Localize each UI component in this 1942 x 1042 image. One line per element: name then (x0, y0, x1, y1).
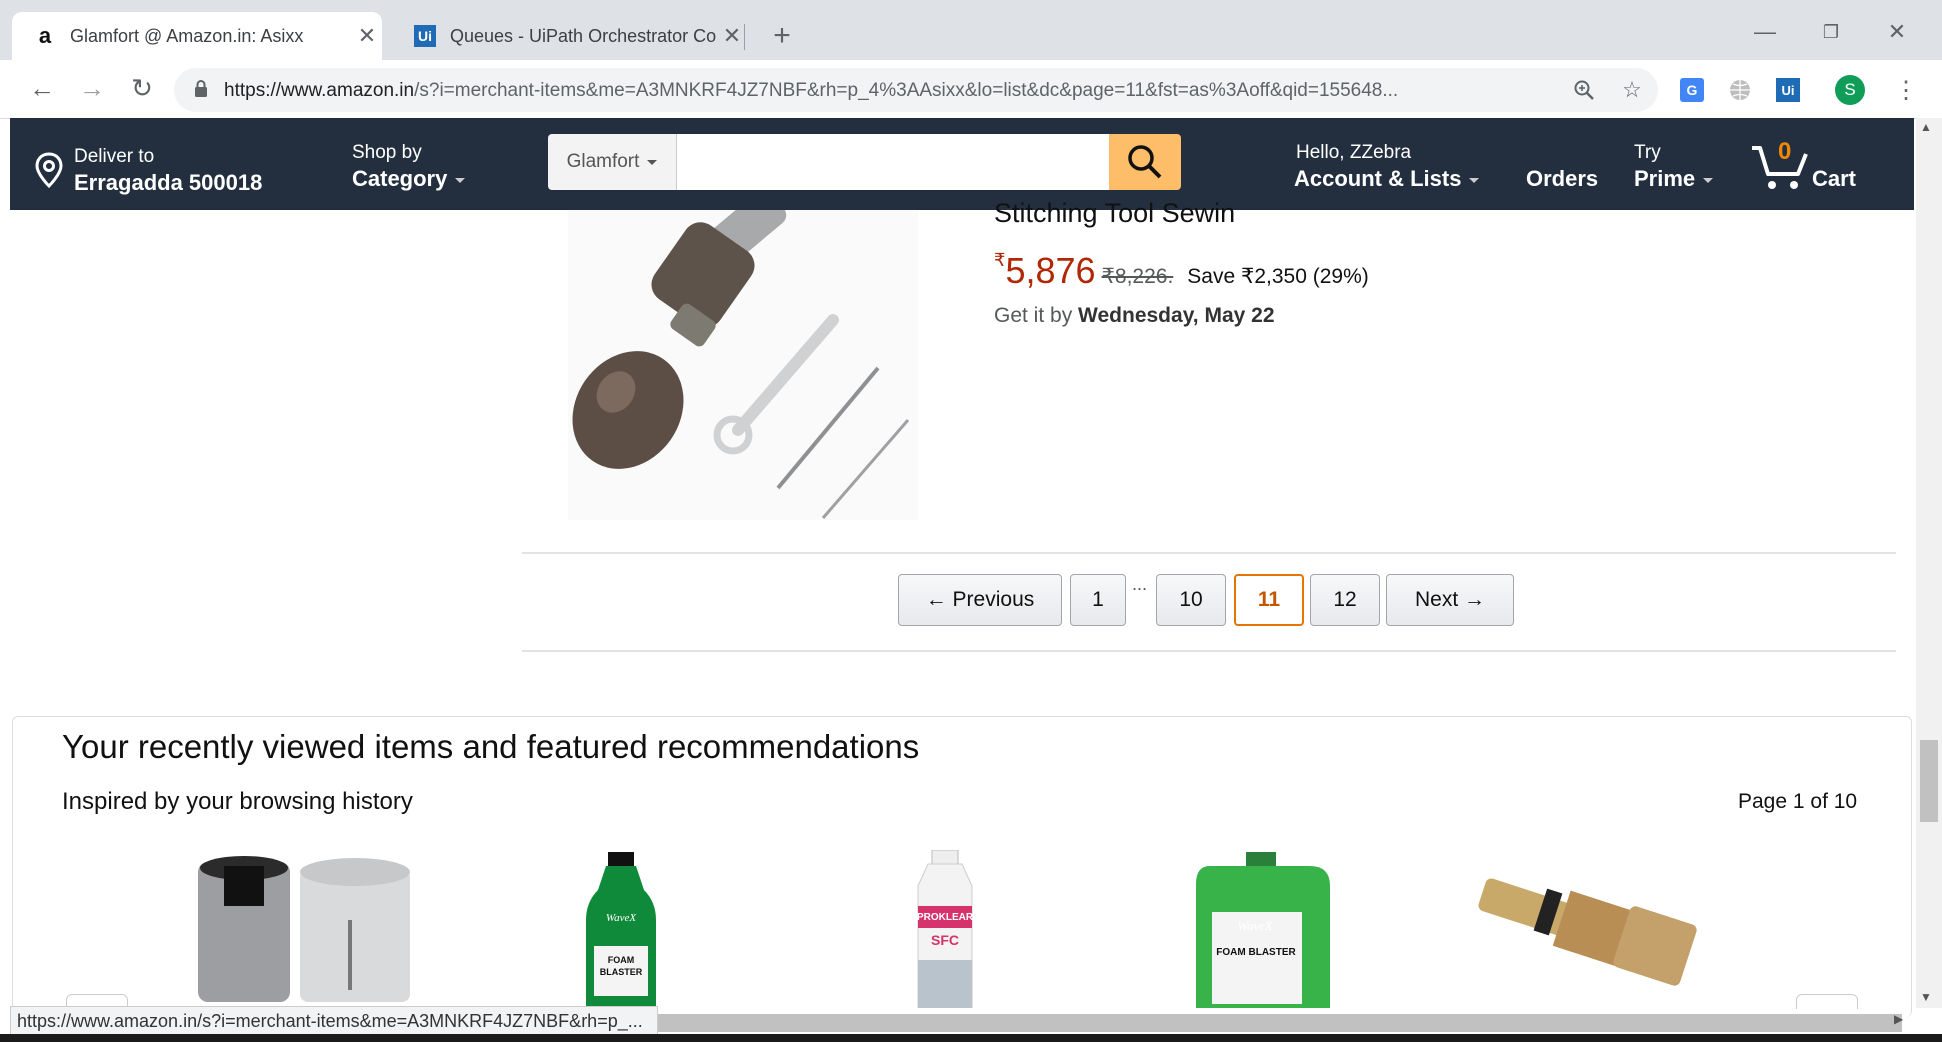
item-brand: WaveX (605, 912, 637, 924)
search-dept-label: Glamfort (566, 151, 640, 172)
page-1-button[interactable]: 1 (1070, 574, 1126, 626)
scroll-right-icon[interactable]: ▶ (1894, 1012, 1903, 1026)
recommendation-item[interactable] (576, 850, 666, 1008)
deliver-location[interactable]: Erragadda 500018 (74, 170, 262, 196)
uipath-extension-icon[interactable]: Ui (1772, 74, 1804, 106)
horizontal-scrollbar[interactable] (650, 1014, 1902, 1032)
cart-label[interactable]: Cart (1812, 166, 1856, 192)
recommendations-title: Your recently viewed items and featured … (62, 728, 920, 765)
new-tab-icon[interactable]: + (764, 18, 800, 54)
product-image[interactable] (568, 189, 918, 520)
search-icon (1128, 145, 1162, 179)
delivery-date: Wednesday, May 22 (1078, 304, 1275, 327)
caret-down-icon (455, 177, 466, 183)
caret-down-icon (1469, 177, 1480, 183)
recommendations-subtitle: Inspired by your browsing history (62, 788, 413, 815)
vertical-scrollbar[interactable] (1916, 118, 1942, 1008)
item-brand: PROKLEAR (916, 912, 974, 923)
shop-by-label[interactable]: Shop by (352, 142, 422, 164)
location-pin-icon (35, 152, 63, 189)
search-button[interactable] (1109, 134, 1181, 190)
recommendation-item[interactable] (188, 850, 418, 1008)
url-text[interactable]: https://www.amazon.in/s?i=merchant-items… (224, 76, 1544, 106)
carousel-page-indicator: Page 1 of 10 (1738, 790, 1858, 813)
scroll-down-icon[interactable]: ▼ (1920, 990, 1932, 1004)
account-lists-menu[interactable]: Account & Lists (1294, 166, 1480, 192)
close-tab-icon[interactable]: ✕ (352, 23, 382, 49)
tab-uipath[interactable]: Ui Queues - UiPath Orchestrator Co ✕ (392, 12, 747, 60)
account-lists-label: Account & Lists (1294, 166, 1462, 191)
item-label: SFC (931, 932, 959, 948)
scroll-up-icon[interactable]: ▲ (1920, 120, 1932, 134)
taskbar-edge (0, 1034, 1942, 1042)
forward-icon[interactable]: → (74, 70, 110, 106)
price-currency: ₹ (994, 250, 1006, 270)
orders-link[interactable]: Orders (1526, 166, 1598, 192)
profile-initial: S (1835, 75, 1865, 105)
prime-label: Prime (1634, 166, 1696, 191)
page-12-button[interactable]: 12 (1310, 574, 1380, 626)
previous-page-button[interactable]: ← Previous (898, 574, 1062, 626)
category-label: Category (352, 166, 448, 191)
delivery-prefix: Get it by (994, 304, 1073, 327)
status-bar-url: https://www.amazon.in/s?i=merchant-items… (10, 1006, 658, 1036)
savings: Save ₹2,350 (29%) (1187, 265, 1369, 288)
divider (522, 650, 1896, 652)
try-label[interactable]: Try (1634, 142, 1661, 164)
recommendation-item[interactable] (1470, 850, 1710, 1008)
tab-title: Queues - UiPath Orchestrator Co (450, 25, 717, 46)
url-path: /s?i=merchant-items&me=A3MNKRF4JZ7NBF&rh… (414, 80, 1399, 101)
item-label: FOAM BLASTER (599, 955, 643, 977)
search-input[interactable] (677, 134, 1109, 190)
bookmark-star-icon[interactable]: ☆ (1616, 74, 1648, 106)
carousel-next-button[interactable] (1796, 994, 1858, 1009)
tab-separator (744, 24, 745, 50)
window-close-icon[interactable]: ✕ (1872, 14, 1922, 50)
pagination-ellipsis: ... (1132, 574, 1148, 594)
restore-icon[interactable]: ❐ (1806, 14, 1856, 50)
page-11-current: 11 (1234, 574, 1304, 626)
globe-icon[interactable] (1724, 74, 1756, 106)
profile-avatar[interactable]: S (1834, 74, 1866, 106)
next-page-button[interactable]: Next → (1386, 574, 1514, 626)
reload-icon[interactable]: ↻ (124, 70, 160, 106)
item-brand: WaveX (1237, 918, 1273, 933)
delivery-info: Get it by Wednesday, May 22 (994, 304, 1275, 328)
minimize-icon[interactable]: — (1740, 14, 1790, 50)
caret-down-icon (1703, 177, 1714, 183)
back-icon[interactable]: ← (24, 70, 60, 106)
price-row: ₹ 5,876 ₹8,226. Save ₹2,350 (29%) (994, 250, 1369, 292)
google-translate-icon[interactable]: G (1676, 74, 1708, 106)
deliver-to-label[interactable]: Deliver to (74, 146, 154, 168)
amazon-favicon: a (38, 23, 52, 48)
product-title[interactable]: Stitching Tool Sewin (994, 198, 1235, 229)
divider (522, 552, 1896, 554)
close-tab-icon[interactable]: ✕ (717, 23, 747, 49)
recommendation-item[interactable] (900, 850, 990, 1008)
item-label: FOAM BLASTER (1216, 947, 1296, 958)
cart-count: 0 (1778, 138, 1792, 165)
vertical-scroll-thumb[interactable] (1920, 740, 1938, 822)
lock-icon (195, 80, 207, 97)
page-10-button[interactable]: 10 (1156, 574, 1226, 626)
list-price: ₹8,226. (1101, 265, 1174, 288)
caret-down-icon (647, 159, 658, 165)
price: 5,876 (1005, 250, 1096, 291)
menu-kebab-icon[interactable]: ⋮ (1890, 74, 1922, 106)
zoom-icon[interactable] (1568, 74, 1600, 106)
tab-amazon[interactable]: a Glamfort @ Amazon.in: Asixx ✕ (12, 12, 382, 60)
uipath-favicon: Ui (414, 25, 436, 47)
hello-user[interactable]: Hello, ZZebra (1296, 142, 1411, 164)
category-menu[interactable]: Category (352, 166, 466, 192)
tab-title: Glamfort @ Amazon.in: Asixx (70, 25, 304, 46)
search-department-select[interactable]: Glamfort (548, 134, 677, 190)
prime-menu[interactable]: Prime (1634, 166, 1714, 192)
url-domain: https://www.amazon.in (224, 80, 415, 101)
